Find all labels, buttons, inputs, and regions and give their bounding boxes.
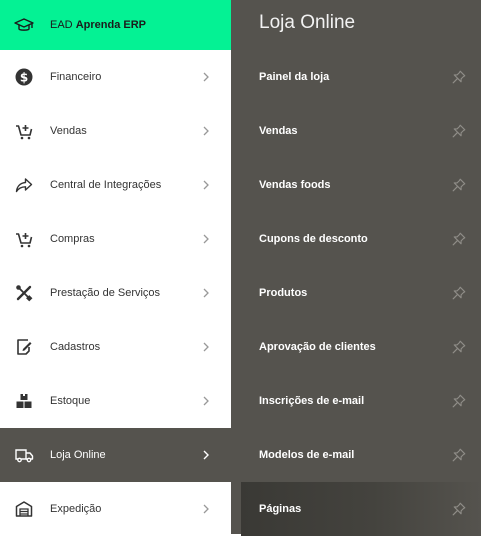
ead-brand: Aprenda ERP bbox=[75, 19, 146, 31]
sidebar-item-label: Financeiro bbox=[50, 71, 102, 83]
dollar-icon: $ bbox=[14, 67, 34, 87]
chevron-right-icon bbox=[201, 450, 211, 460]
sidebar-item-expedicao[interactable]: Expedição bbox=[0, 482, 231, 536]
warehouse-icon bbox=[14, 499, 34, 519]
sidebar-item-estoque[interactable]: Estoque bbox=[0, 374, 231, 428]
submenu-title: Loja Online bbox=[259, 12, 356, 33]
submenu-item-label: Aprovação de clientes bbox=[259, 341, 376, 353]
submenu-item-label: Páginas bbox=[259, 503, 302, 515]
sidebar-item-prestacao-de-servicos[interactable]: Prestação de Serviços bbox=[0, 266, 231, 320]
submenu-item-paginas[interactable]: Páginas bbox=[241, 482, 481, 536]
chevron-right-icon bbox=[201, 342, 211, 352]
submenu-item-aprovacao-de-clientes[interactable]: Aprovação de clientes bbox=[231, 320, 481, 374]
graduation-cap-icon bbox=[14, 15, 34, 35]
sidebar-item-label: Prestação de Serviços bbox=[50, 287, 161, 299]
edit-note-icon bbox=[14, 337, 34, 357]
chevron-right-icon bbox=[201, 234, 211, 244]
sidebar-item-compras[interactable]: Compras bbox=[0, 212, 231, 266]
sidebar-item-label: Estoque bbox=[50, 395, 91, 407]
submenu-item-cupons-de-desconto[interactable]: Cupons de desconto bbox=[231, 212, 481, 266]
ead-aprenda-erp-link[interactable]: EAD Aprenda ERP bbox=[0, 0, 231, 50]
submenu-item-vendas[interactable]: Vendas bbox=[231, 104, 481, 158]
main-sidebar: EAD Aprenda ERP $ Financeiro Vendas Cent… bbox=[0, 0, 231, 534]
pin-icon[interactable] bbox=[451, 393, 467, 409]
svg-text:$: $ bbox=[20, 71, 28, 85]
submenu-item-label: Vendas foods bbox=[259, 179, 331, 191]
pin-icon[interactable] bbox=[451, 231, 467, 247]
sidebar-item-loja-online[interactable]: Loja Online bbox=[0, 428, 231, 482]
pin-icon[interactable] bbox=[451, 177, 467, 193]
chevron-right-icon bbox=[201, 72, 211, 82]
submenu-item-inscricoes-de-e-mail[interactable]: Inscrições de e-mail bbox=[231, 374, 481, 428]
pin-icon[interactable] bbox=[451, 123, 467, 139]
boxes-icon bbox=[14, 391, 34, 411]
submenu-item-produtos[interactable]: Produtos bbox=[231, 266, 481, 320]
chevron-right-icon bbox=[201, 396, 211, 406]
cart-add-icon bbox=[14, 229, 34, 249]
submenu-item-label: Inscrições de e-mail bbox=[259, 395, 365, 407]
share-arrow-icon bbox=[14, 175, 34, 195]
sidebar-item-label: Expedição bbox=[50, 503, 102, 515]
pin-icon[interactable] bbox=[451, 69, 467, 85]
chevron-right-icon bbox=[201, 504, 211, 514]
pin-icon[interactable] bbox=[451, 501, 467, 517]
sidebar-item-financeiro[interactable]: $ Financeiro bbox=[0, 50, 231, 104]
ead-label: EAD Aprenda ERP bbox=[50, 19, 146, 31]
submenu-item-vendas-foods[interactable]: Vendas foods bbox=[231, 158, 481, 212]
tools-icon bbox=[14, 283, 34, 303]
sidebar-item-vendas[interactable]: Vendas bbox=[0, 104, 231, 158]
submenu-item-label: Cupons de desconto bbox=[259, 233, 368, 245]
submenu-item-label: Produtos bbox=[259, 287, 308, 299]
sidebar-item-label: Loja Online bbox=[50, 449, 106, 461]
submenu-panel: Loja Online Painel da loja Vendas Vendas… bbox=[231, 0, 481, 536]
pin-icon[interactable] bbox=[451, 285, 467, 301]
submenu-item-label: Vendas bbox=[259, 125, 298, 137]
sidebar-item-cadastros[interactable]: Cadastros bbox=[0, 320, 231, 374]
submenu-item-label: Painel da loja bbox=[259, 71, 330, 83]
pin-icon[interactable] bbox=[451, 447, 467, 463]
sidebar-item-label: Cadastros bbox=[50, 341, 101, 353]
cart-add-icon bbox=[14, 121, 34, 141]
submenu-item-modelos-de-e-mail[interactable]: Modelos de e-mail bbox=[231, 428, 481, 482]
pin-icon[interactable] bbox=[451, 339, 467, 355]
sidebar-item-label: Central de Integrações bbox=[50, 179, 162, 191]
chevron-right-icon bbox=[201, 126, 211, 136]
delivery-truck-icon bbox=[14, 445, 34, 465]
sidebar-item-label: Vendas bbox=[50, 125, 87, 137]
sidebar-item-label: Compras bbox=[50, 233, 95, 245]
submenu-item-label: Modelos de e-mail bbox=[259, 449, 355, 461]
sidebar-item-central-de-integracoes[interactable]: Central de Integrações bbox=[0, 158, 231, 212]
ead-prefix: EAD bbox=[50, 19, 73, 31]
chevron-right-icon bbox=[201, 180, 211, 190]
chevron-right-icon bbox=[201, 288, 211, 298]
submenu-item-painel-da-loja[interactable]: Painel da loja bbox=[231, 50, 481, 104]
